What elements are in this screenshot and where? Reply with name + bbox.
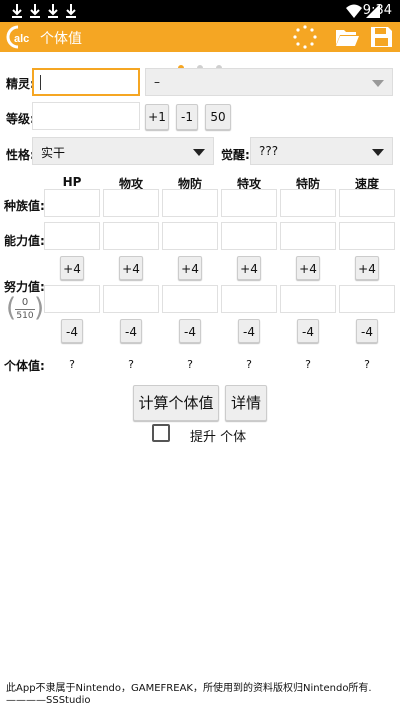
download-icon bbox=[66, 4, 76, 18]
awaken-label: 觉醒: bbox=[221, 148, 250, 162]
level-plus1-button[interactable]: +1 bbox=[145, 104, 169, 130]
awaken-select[interactable]: ??? bbox=[250, 137, 393, 165]
close-paren: ) bbox=[34, 293, 45, 323]
stat-atk-input[interactable] bbox=[103, 222, 159, 250]
svg-text:alc: alc bbox=[14, 33, 29, 45]
pokemon-select-value: – bbox=[154, 75, 160, 89]
base-stats-label: 种族值: bbox=[4, 199, 45, 213]
stats-label: 能力值: bbox=[4, 234, 45, 248]
ev-hp-input[interactable] bbox=[44, 285, 100, 313]
ev-spatk-input[interactable] bbox=[221, 285, 277, 313]
page-indicator bbox=[0, 56, 400, 71]
status-time: 9:34 bbox=[362, 3, 392, 18]
ev-def-input[interactable] bbox=[162, 285, 218, 313]
ev-hp-plus-button[interactable]: +4 bbox=[60, 256, 84, 280]
stat-def-input[interactable] bbox=[162, 222, 218, 250]
details-button[interactable]: 详情 bbox=[225, 385, 267, 421]
dropdown-arrow-icon bbox=[193, 149, 205, 156]
download-icon bbox=[30, 4, 40, 18]
ev-spatk-plus-button[interactable]: +4 bbox=[237, 256, 261, 280]
pokemon-label: 精灵: bbox=[6, 77, 35, 91]
status-bar: 9:34 bbox=[0, 0, 400, 22]
ev-spatk-minus-button[interactable]: -4 bbox=[238, 319, 260, 343]
base-stat-hp-input[interactable] bbox=[44, 189, 100, 217]
nature-label: 性格: bbox=[6, 148, 35, 162]
ev-atk-plus-button[interactable]: +4 bbox=[119, 256, 143, 280]
base-stat-spatk-input[interactable] bbox=[221, 189, 277, 217]
ev-atk-input[interactable] bbox=[103, 285, 159, 313]
awaken-select-value: ??? bbox=[259, 144, 279, 158]
pokemon-select[interactable]: – bbox=[145, 68, 393, 96]
base-stat-spdef-input[interactable] bbox=[280, 189, 336, 217]
iv-spdef-value: ? bbox=[305, 358, 311, 371]
ev-total-fraction: ( 0 510 ) bbox=[6, 293, 44, 325]
stat-spatk-input[interactable] bbox=[221, 222, 277, 250]
boost-iv-checkbox[interactable] bbox=[152, 424, 170, 442]
base-stat-def-input[interactable] bbox=[162, 189, 218, 217]
save-icon[interactable] bbox=[368, 25, 394, 49]
column-header-hp: HP bbox=[62, 175, 82, 189]
base-stat-atk-input[interactable] bbox=[103, 189, 159, 217]
calculate-iv-button[interactable]: 计算个体值 bbox=[133, 385, 219, 421]
nature-select[interactable]: 实干 bbox=[32, 137, 214, 165]
ev-spdef-minus-button[interactable]: -4 bbox=[297, 319, 319, 343]
level-50-button[interactable]: 50 bbox=[205, 104, 231, 130]
download-icon bbox=[48, 4, 58, 18]
app-logo: alc bbox=[6, 25, 29, 49]
base-stat-speed-input[interactable] bbox=[339, 189, 395, 217]
ev-def-plus-button[interactable]: +4 bbox=[178, 256, 202, 280]
ev-total-current: 0 bbox=[21, 297, 29, 308]
ev-total-max: 510 bbox=[16, 311, 34, 321]
app-bar: alc 个体值 bbox=[0, 22, 400, 52]
iv-atk-value: ? bbox=[128, 358, 134, 371]
iv-speed-value: ? bbox=[364, 358, 370, 371]
ev-spdef-plus-button[interactable]: +4 bbox=[296, 256, 320, 280]
level-minus1-button[interactable]: -1 bbox=[176, 104, 198, 130]
level-input[interactable] bbox=[32, 102, 140, 130]
dropdown-arrow-icon bbox=[372, 80, 384, 87]
boost-iv-label: 提升 个体 bbox=[190, 430, 247, 445]
stat-speed-input[interactable] bbox=[339, 222, 395, 250]
pokemon-input[interactable] bbox=[32, 68, 140, 96]
app-title: 个体值 bbox=[40, 31, 82, 47]
text-caret bbox=[40, 75, 41, 90]
ev-hp-minus-button[interactable]: -4 bbox=[61, 319, 83, 343]
dropdown-arrow-icon bbox=[372, 149, 384, 156]
ev-atk-minus-button[interactable]: -4 bbox=[120, 319, 142, 343]
fraction-line bbox=[15, 309, 35, 310]
ivs-label: 个体值: bbox=[4, 359, 45, 373]
iv-hp-value: ? bbox=[69, 358, 75, 371]
stat-spdef-input[interactable] bbox=[280, 222, 336, 250]
ev-spdef-input[interactable] bbox=[280, 285, 336, 313]
iv-def-value: ? bbox=[187, 358, 193, 371]
ev-def-minus-button[interactable]: -4 bbox=[179, 319, 201, 343]
iv-spatk-value: ? bbox=[246, 358, 252, 371]
level-label: 等级: bbox=[6, 112, 35, 126]
loading-spinner-icon[interactable] bbox=[292, 25, 318, 49]
download-icon bbox=[12, 4, 22, 18]
ev-speed-input[interactable] bbox=[339, 285, 395, 313]
folder-open-icon[interactable] bbox=[334, 25, 360, 49]
disclaimer-footer: 此App不隶属于Nintendo，GAMEFREAK，所使用到的资料版权归Nin… bbox=[6, 683, 372, 706]
stat-hp-input[interactable] bbox=[44, 222, 100, 250]
wifi-icon bbox=[346, 4, 362, 18]
ev-speed-plus-button[interactable]: +4 bbox=[355, 256, 379, 280]
ev-speed-minus-button[interactable]: -4 bbox=[356, 319, 378, 343]
nature-select-value: 实干 bbox=[41, 146, 66, 160]
